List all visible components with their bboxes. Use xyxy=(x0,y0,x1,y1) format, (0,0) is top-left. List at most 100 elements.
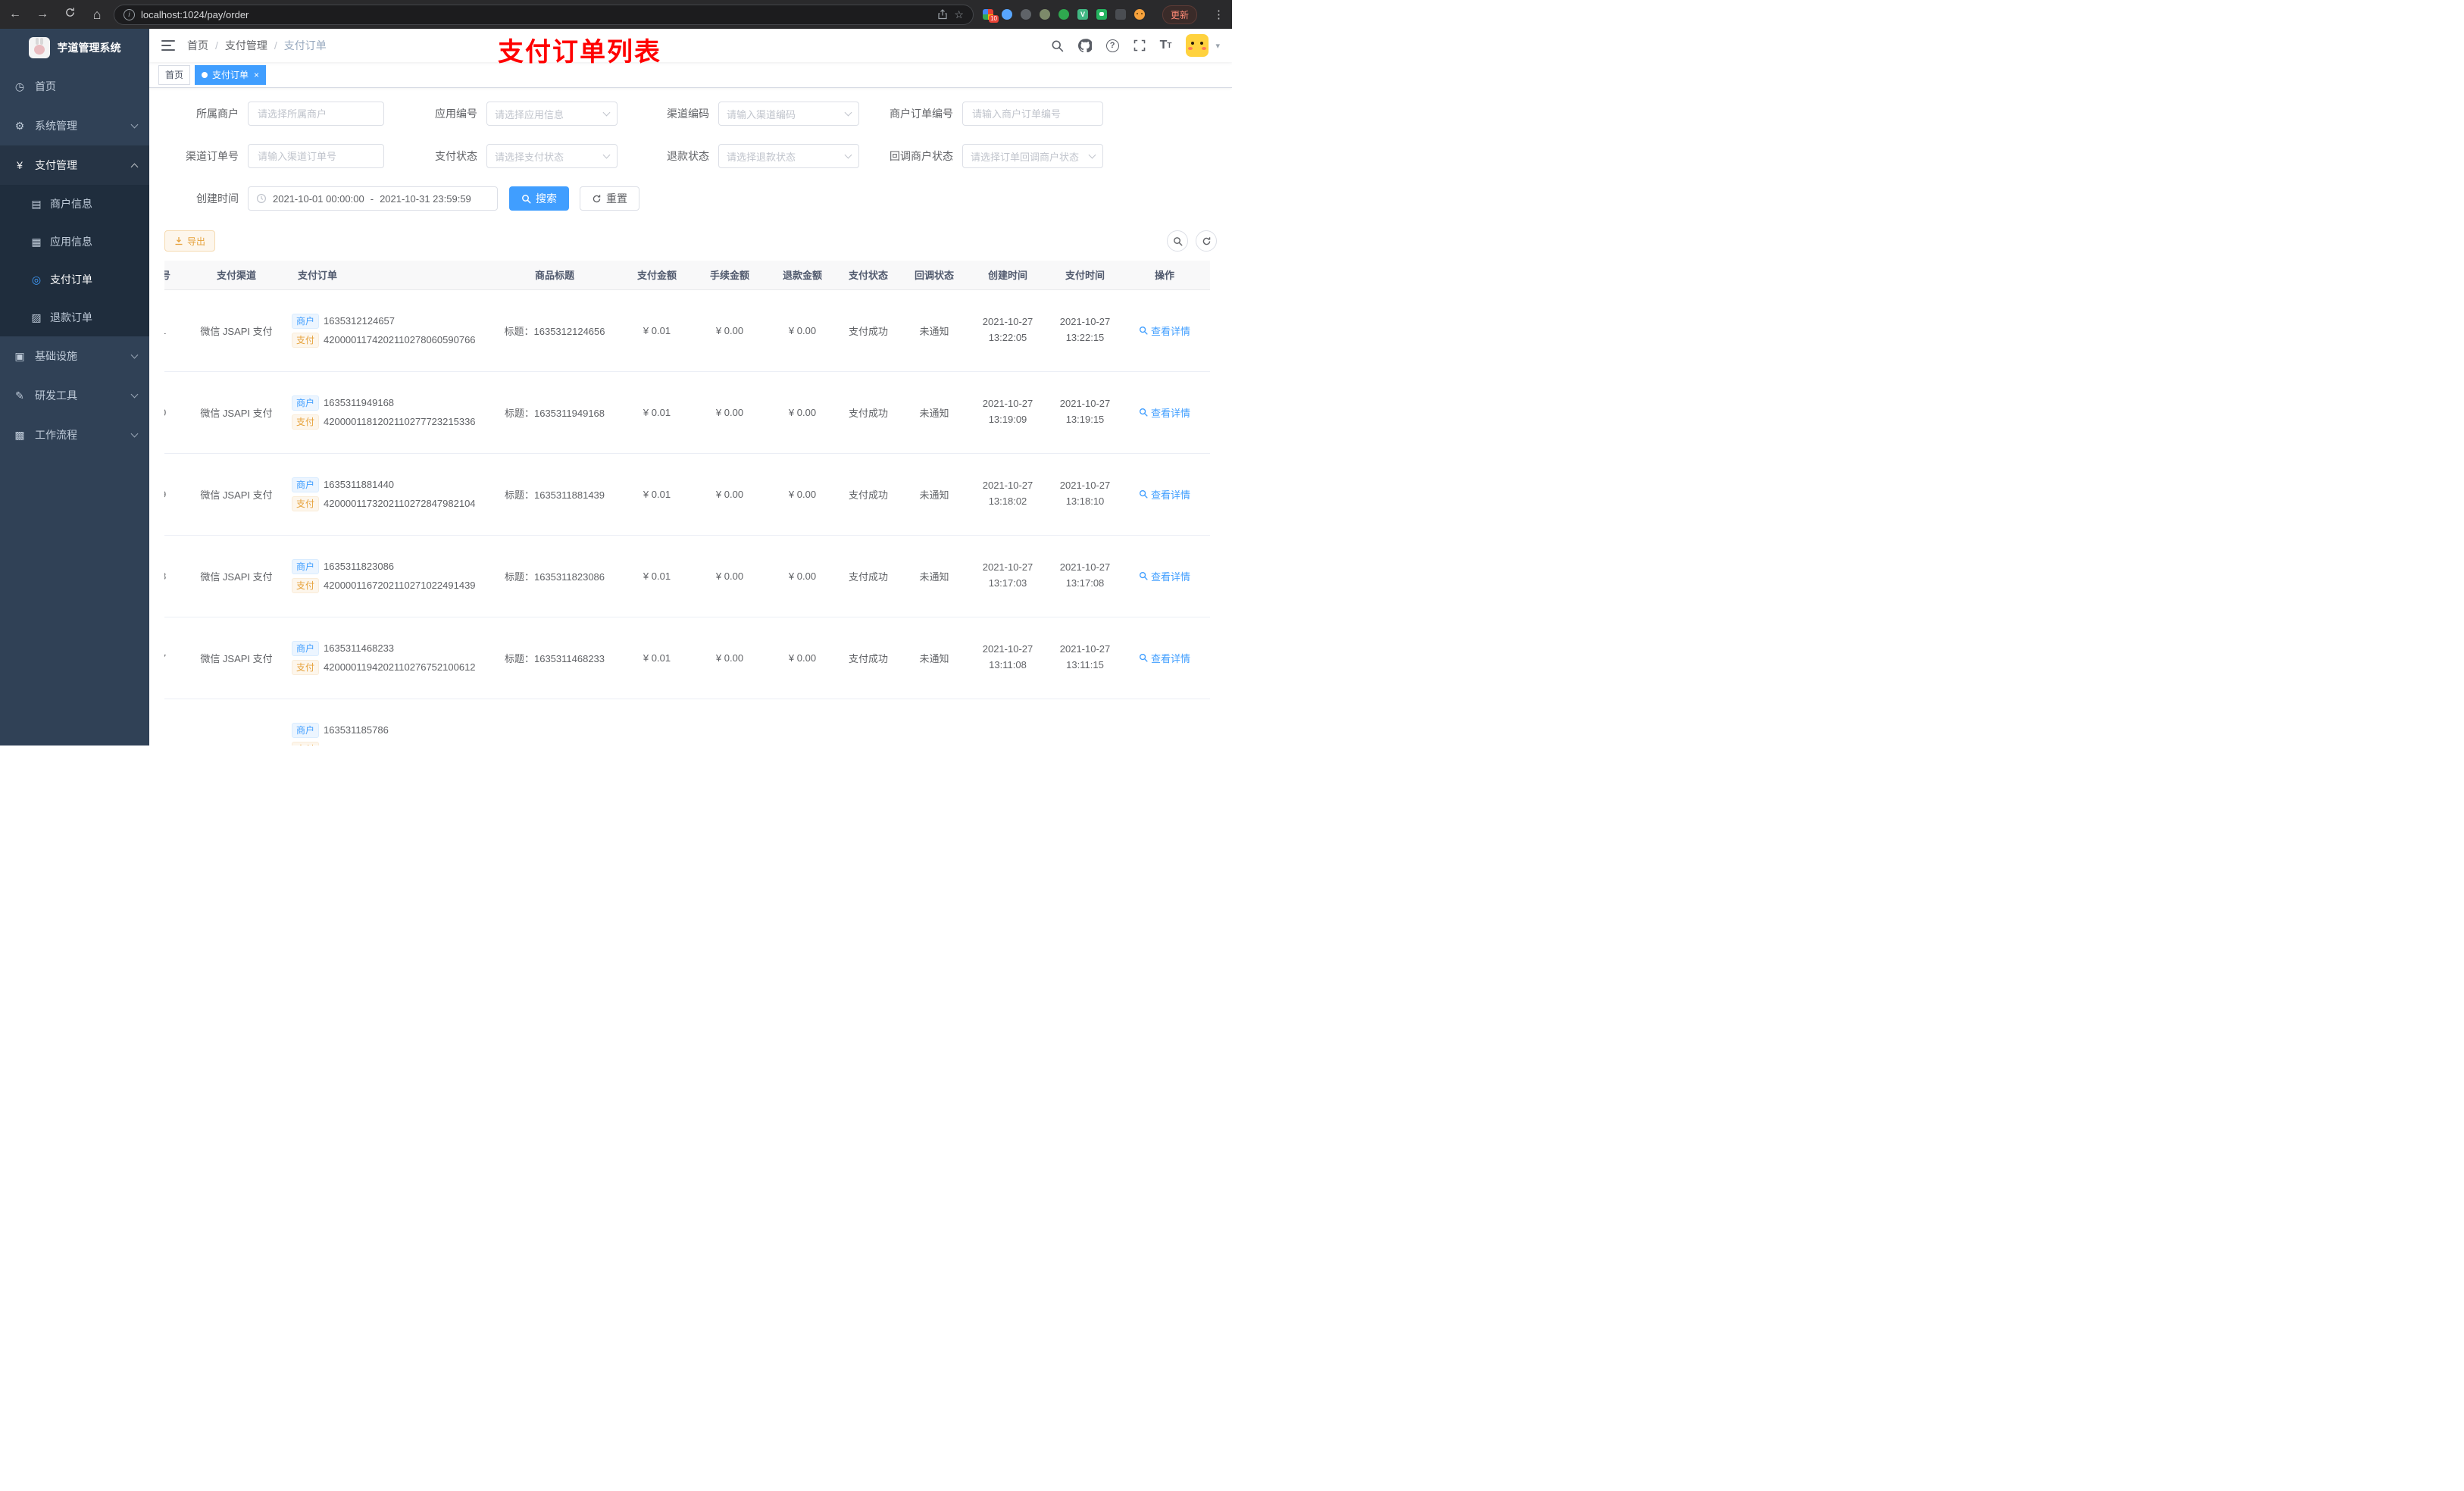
close-icon[interactable]: × xyxy=(254,70,259,80)
app-select[interactable]: 请选择应用信息 xyxy=(486,102,618,126)
refund-status-select[interactable]: 请选择退款状态 xyxy=(718,144,859,168)
sidebar-item-infrastructure[interactable]: ▣ 基础设施 xyxy=(0,336,149,376)
search-icon[interactable] xyxy=(1051,39,1064,52)
help-icon[interactable]: ? xyxy=(1105,39,1119,52)
notify-cell: 未通知 xyxy=(904,617,965,699)
refund-cell: ¥ 0.00 xyxy=(772,289,833,372)
refresh-table-button[interactable] xyxy=(1196,230,1217,252)
merchant-input[interactable] xyxy=(248,102,384,126)
create-time-cell: 2021-10-27 13:18:02 xyxy=(965,453,1051,536)
search-button[interactable]: 搜索 xyxy=(509,186,569,211)
chevron-down-icon xyxy=(130,430,139,437)
extension-grid-icon[interactable]: 10 xyxy=(982,9,999,23)
browser-home-icon[interactable]: ⌂ xyxy=(89,7,105,23)
user-avatar[interactable] xyxy=(1186,34,1209,57)
status-cell: 支付成功 xyxy=(833,617,904,699)
sidebar-item-devtools[interactable]: ✎ 研发工具 xyxy=(0,376,149,415)
view-detail-link[interactable]: 查看详情 xyxy=(1139,487,1190,502)
tags-view: 首页 支付订单 × xyxy=(149,62,1232,88)
extension-chat-icon[interactable] xyxy=(1096,9,1107,20)
pay-status-select[interactable]: 请选择支付状态 xyxy=(486,144,618,168)
profile-avatar-icon[interactable] xyxy=(1134,9,1145,20)
sidebar-item-workflow[interactable]: ▩ 工作流程 xyxy=(0,415,149,455)
browser-forward-icon[interactable]: → xyxy=(35,8,50,21)
tab-home[interactable]: 首页 xyxy=(158,64,191,85)
url-text[interactable]: localhost:1024/pay/order xyxy=(141,9,931,20)
view-detail-link[interactable]: 查看详情 xyxy=(1139,324,1190,338)
fullscreen-icon[interactable] xyxy=(1134,39,1146,52)
extension-green-icon[interactable] xyxy=(1058,9,1069,20)
screen: ← → ⌂ i localhost:1024/pay/order ☆ 10 V xyxy=(0,0,1232,746)
col-create-time: 创建时间 xyxy=(965,261,1051,290)
date-end: 2021-10-31 23:59:59 xyxy=(380,192,471,205)
app-logo[interactable]: 芋道管理系统 xyxy=(0,29,149,67)
sidebar-item-app-info[interactable]: ▦ 应用信息 xyxy=(0,223,149,261)
status-cell xyxy=(833,699,904,746)
sidebar-item-merchant-info[interactable]: ▤ 商户信息 xyxy=(0,185,149,223)
vue-devtools-icon[interactable]: V xyxy=(1077,9,1088,20)
view-detail-link[interactable]: 查看详情 xyxy=(1139,405,1190,420)
hamburger-icon[interactable] xyxy=(161,40,175,51)
reset-button[interactable]: 重置 xyxy=(580,186,639,211)
search-icon xyxy=(1139,489,1148,499)
site-info-icon[interactable]: i xyxy=(124,8,135,20)
share-icon[interactable] xyxy=(937,9,948,20)
bookmark-star-icon[interactable]: ☆ xyxy=(954,8,964,21)
sidebar-item-pay-order[interactable]: ◎ 支付订单 xyxy=(0,261,149,299)
active-dot-icon xyxy=(202,71,208,78)
refresh-icon xyxy=(593,194,601,202)
merchant-order-no-input[interactable] xyxy=(962,102,1103,126)
amount-cell: ¥ 0.01 xyxy=(627,453,687,536)
sidebar-item-refund-order[interactable]: ▨ 退款订单 xyxy=(0,299,149,336)
tab-pay-order[interactable]: 支付订单 × xyxy=(195,64,267,85)
breadcrumb-payment[interactable]: 支付管理 xyxy=(225,38,267,53)
extension-gray-icon[interactable] xyxy=(1020,9,1031,20)
pay-time-cell: 2021-10-27 13:11:15 xyxy=(1051,617,1119,699)
avatar-caret-icon[interactable]: ▾ xyxy=(1215,41,1220,51)
browser-reload-icon[interactable] xyxy=(62,7,77,22)
breadcrumb-home[interactable]: 首页 xyxy=(187,38,208,53)
main-content: 所属商户 应用编号 请选择应用信息 渠道编码 请输入渠道编码 xyxy=(149,88,1232,746)
font-size-icon[interactable]: TT xyxy=(1160,39,1172,52)
amount-cell xyxy=(627,699,687,746)
pay-no: 4200001194202110276752100612 xyxy=(324,661,476,673)
status-cell: 支付成功 xyxy=(833,289,904,372)
table-row: 21 微信 JSAPI 支付 商户 1635312124657 支付 4200001… xyxy=(164,289,1210,372)
notify-status-select[interactable]: 请选择订单回调商户状态 xyxy=(962,144,1103,168)
view-detail-link[interactable]: 查看详情 xyxy=(1139,651,1190,665)
amount-cell: ¥ 0.01 xyxy=(627,535,687,617)
merchant-no: 1635312124657 xyxy=(324,315,396,327)
sidebar-item-payment[interactable]: ¥ 支付管理 xyxy=(0,145,149,185)
sidebar-item-home[interactable]: ◷ 首页 xyxy=(0,67,149,106)
github-icon[interactable] xyxy=(1077,39,1092,52)
sidebar-item-label: 退款订单 xyxy=(50,311,92,324)
merchant-badge: 商户 xyxy=(292,313,320,329)
search-icon xyxy=(1139,571,1148,580)
extension-pin-icon[interactable] xyxy=(1115,9,1126,20)
chevron-up-icon xyxy=(130,163,139,170)
col-refund: 退款金额 xyxy=(772,261,833,290)
refresh-icon xyxy=(1202,236,1210,245)
browser-menu-icon[interactable]: ⋮ xyxy=(1213,8,1224,21)
filter-label: 创建时间 xyxy=(196,192,239,205)
fee-cell xyxy=(687,699,772,746)
merchant-badge: 商户 xyxy=(292,395,320,411)
channel-code-select[interactable]: 请输入渠道编码 xyxy=(718,102,859,126)
export-button[interactable]: 导出 xyxy=(164,230,216,252)
channel-order-no-input[interactable] xyxy=(248,144,384,168)
sidebar-item-system[interactable]: ⚙ 系统管理 xyxy=(0,106,149,145)
extension-blue-icon[interactable] xyxy=(1001,9,1012,20)
toggle-search-button[interactable] xyxy=(1167,230,1188,252)
create-time-range-picker[interactable]: 2021-10-01 00:00:00 - 2021-10-31 23:59:5… xyxy=(248,186,498,211)
pay-badge: 支付 xyxy=(292,659,320,675)
extension-olive-icon[interactable] xyxy=(1039,9,1050,20)
merchant-badge: 商户 xyxy=(292,558,320,574)
browser-update-button[interactable]: 更新 xyxy=(1162,5,1197,24)
browser-back-icon[interactable]: ← xyxy=(8,8,23,21)
action-cell: 查看详情 xyxy=(1119,453,1210,536)
address-bar[interactable]: i localhost:1024/pay/order ☆ xyxy=(114,4,974,25)
page-header: 首页 / 支付管理 / 支付订单 支付订单列表 ? T T ▾ xyxy=(149,29,1232,67)
chevron-down-icon xyxy=(602,108,611,116)
view-detail-link[interactable]: 查看详情 xyxy=(1139,569,1190,583)
id-cell: 21 xyxy=(164,289,187,372)
